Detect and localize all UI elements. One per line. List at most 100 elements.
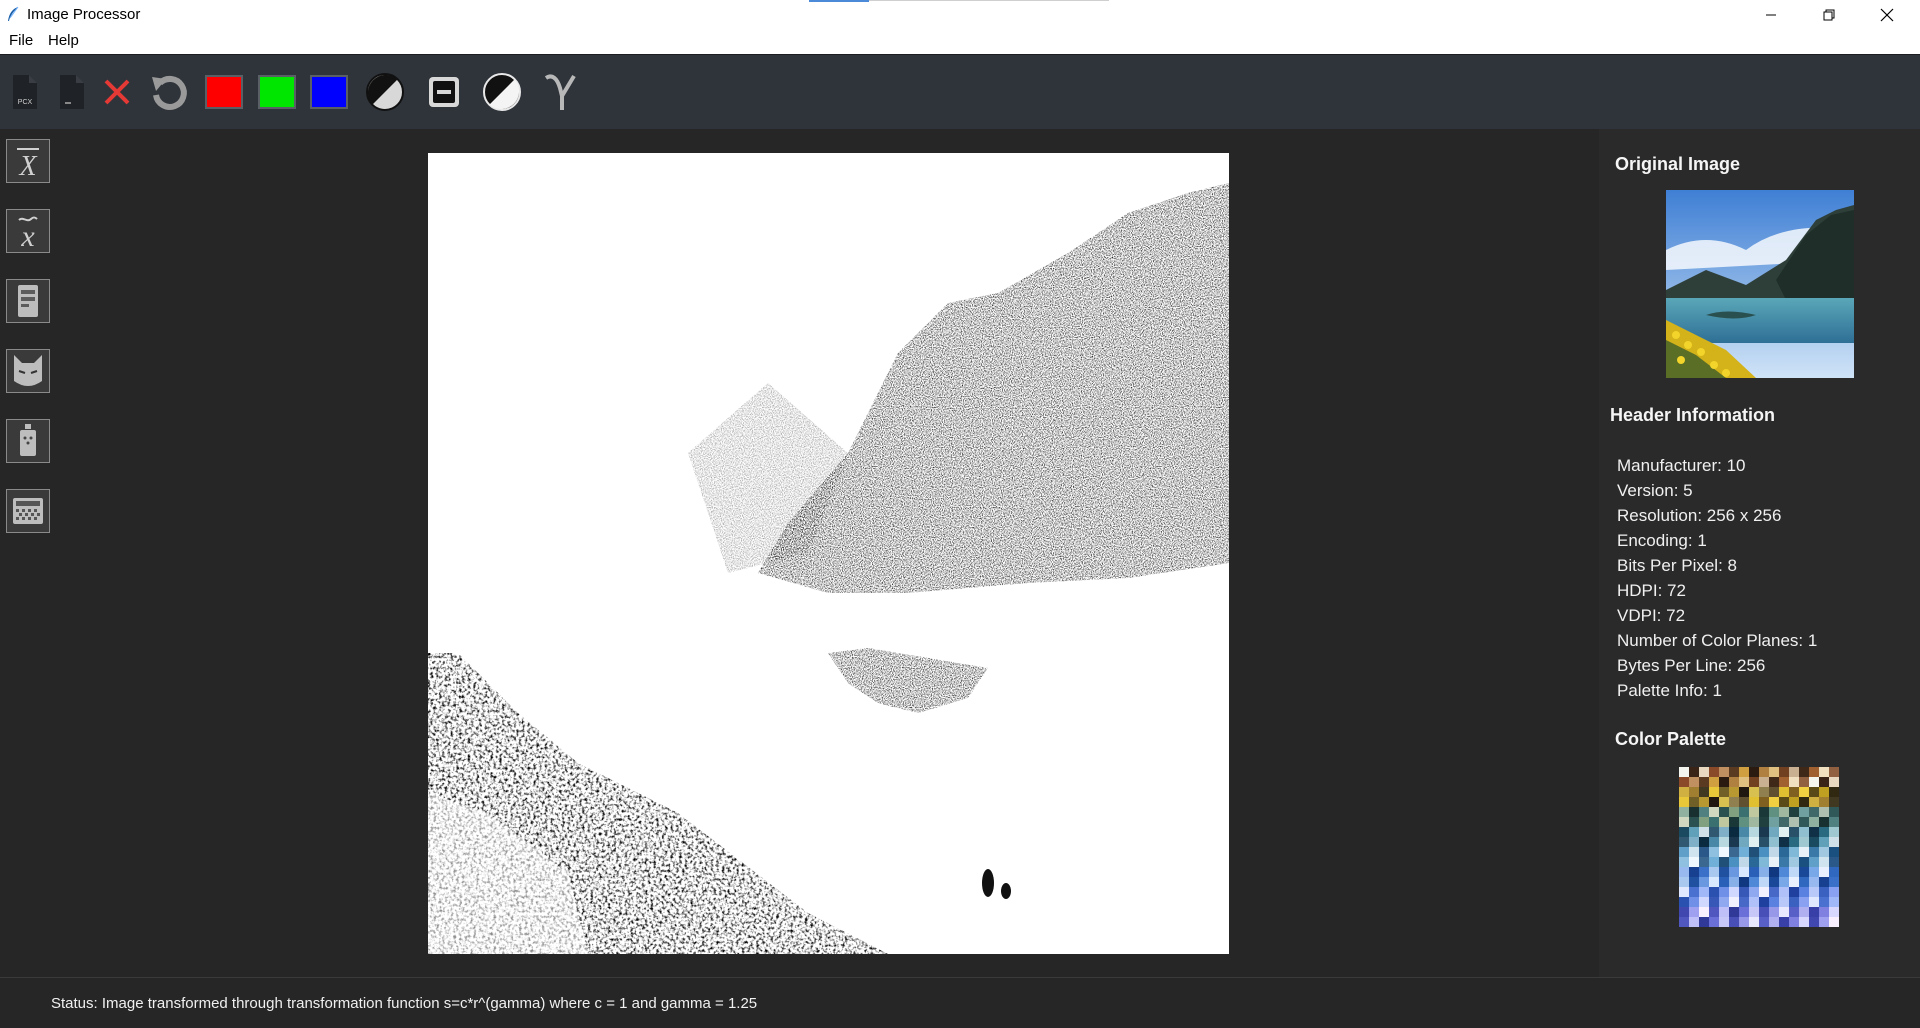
header-bits-per-pixel: Bits Per Pixel: 8	[1617, 556, 1737, 575]
green-channel-button[interactable]	[255, 70, 299, 114]
palette-swatch	[1739, 907, 1749, 917]
palette-swatch	[1699, 777, 1709, 787]
close-window-button[interactable]	[1858, 0, 1916, 29]
palette-swatch	[1799, 907, 1809, 917]
palette-swatch	[1799, 877, 1809, 887]
palette-swatch	[1699, 827, 1709, 837]
open-pcx-button[interactable]: PCX	[3, 70, 47, 114]
palette-swatch	[1739, 847, 1749, 857]
palette-swatch	[1809, 907, 1819, 917]
palette-swatch	[1749, 907, 1759, 917]
red-channel-button[interactable]	[202, 70, 246, 114]
palette-swatch	[1799, 827, 1809, 837]
palette-swatch	[1779, 877, 1789, 887]
palette-swatch	[1779, 917, 1789, 927]
palette-swatch	[1689, 817, 1699, 827]
palette-swatch	[1689, 867, 1699, 877]
palette-swatch	[1749, 807, 1759, 817]
palette-swatch	[1689, 857, 1699, 867]
palette-swatch	[1779, 777, 1789, 787]
threshold-button[interactable]	[422, 70, 466, 114]
palette-swatch	[1769, 917, 1779, 927]
palette-swatch	[1729, 787, 1739, 797]
gamma-button[interactable]	[539, 70, 583, 114]
close-image-button[interactable]	[95, 70, 139, 114]
cat-filter-button[interactable]	[6, 349, 50, 393]
palette-swatch	[1699, 867, 1709, 877]
palette-swatch	[1679, 817, 1689, 827]
palette-swatch	[1789, 797, 1799, 807]
palette-swatch	[1769, 787, 1779, 797]
palette-swatch	[1739, 787, 1749, 797]
palette-swatch	[1799, 817, 1809, 827]
palette-swatch	[1829, 807, 1839, 817]
palette-swatch	[1679, 907, 1689, 917]
palette-swatch	[1709, 807, 1719, 817]
palette-swatch	[1829, 847, 1839, 857]
palette-swatch	[1779, 767, 1789, 777]
palette-swatch	[1709, 897, 1719, 907]
palette-swatch	[1809, 777, 1819, 787]
palette-swatch	[1829, 817, 1839, 827]
palette-swatch	[1739, 837, 1749, 847]
original-image-heading: Original Image	[1615, 154, 1741, 174]
minimize-button[interactable]	[1742, 0, 1800, 29]
left-toolbar: X x	[0, 129, 58, 977]
noise-pattern-button[interactable]	[6, 489, 50, 533]
restore-button[interactable]	[1800, 0, 1858, 29]
save-file-button[interactable]	[50, 70, 94, 114]
palette-swatch	[1789, 817, 1799, 827]
palette-swatch	[1719, 827, 1729, 837]
svg-text:PCX: PCX	[18, 99, 33, 106]
palette-swatch	[1769, 837, 1779, 847]
palette-swatch	[1799, 787, 1809, 797]
palette-swatch	[1679, 877, 1689, 887]
palette-swatch	[1759, 907, 1769, 917]
palette-swatch	[1719, 907, 1729, 917]
palette-swatch	[1769, 807, 1779, 817]
palette-swatch	[1819, 787, 1829, 797]
palette-swatch	[1719, 857, 1729, 867]
palette-swatch	[1739, 777, 1749, 787]
processed-image	[428, 153, 1229, 954]
cat-filter-icon	[14, 355, 42, 386]
median-filter-button[interactable]: x	[6, 209, 50, 253]
grayscale-button[interactable]	[363, 70, 407, 114]
palette-swatch	[1749, 847, 1759, 857]
palette-swatch	[1809, 837, 1819, 847]
salt-pepper-button[interactable]	[6, 419, 50, 463]
menu-file[interactable]: File	[9, 32, 33, 49]
palette-swatch	[1719, 817, 1729, 827]
palette-swatch	[1749, 797, 1759, 807]
palette-swatch	[1769, 817, 1779, 827]
menu-help[interactable]: Help	[48, 32, 79, 49]
palette-swatch	[1719, 807, 1729, 817]
reset-button[interactable]	[147, 70, 191, 114]
title-bar: Image Processor	[0, 0, 1920, 29]
palette-swatch	[1779, 797, 1789, 807]
svg-text:X: X	[18, 151, 37, 181]
palette-swatch	[1689, 777, 1699, 787]
blue-channel-button[interactable]	[307, 70, 351, 114]
mean-filter-button[interactable]: X	[6, 139, 50, 183]
menu-bar: File Help	[0, 29, 1920, 54]
palette-swatch	[1729, 797, 1739, 807]
palette-swatch	[1709, 797, 1719, 807]
palette-swatch	[1789, 877, 1799, 887]
histogram-equalize-button[interactable]	[6, 279, 50, 323]
palette-swatch	[1819, 857, 1829, 867]
palette-swatch	[1789, 827, 1799, 837]
palette-swatch	[1749, 787, 1759, 797]
palette-swatch	[1819, 887, 1829, 897]
palette-swatch	[1829, 797, 1839, 807]
palette-swatch	[1759, 857, 1769, 867]
palette-swatch	[1809, 867, 1819, 877]
palette-swatch	[1709, 827, 1719, 837]
negative-icon	[483, 73, 521, 111]
palette-swatch	[1759, 807, 1769, 817]
palette-swatch	[1759, 917, 1769, 927]
palette-swatch	[1819, 877, 1829, 887]
palette-swatch	[1789, 767, 1799, 777]
palette-swatch	[1789, 807, 1799, 817]
negative-button[interactable]	[480, 70, 524, 114]
